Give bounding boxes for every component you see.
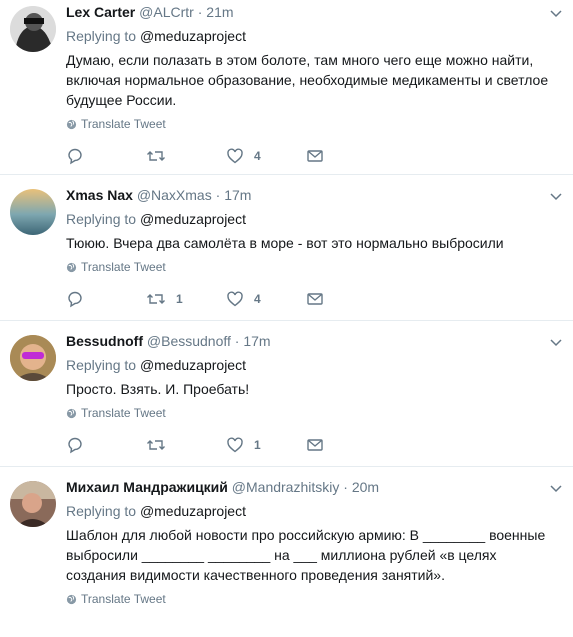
tweet[interactable]: Bessudnoff @Bessudnoff · 17m Replying to… [0,321,573,467]
replying-prefix: Replying to [66,211,137,227]
heart-icon [227,291,243,307]
avatar[interactable] [10,335,56,381]
reply-icon [68,437,82,454]
heart-icon [227,437,243,453]
separator-dot: · [234,333,240,349]
tweet-text: Просто. Взять. И. Проебать! [66,381,250,397]
chevron-down-icon[interactable] [549,335,563,349]
direct-message-button[interactable] [306,290,386,308]
tweet-text: Тююю. Вчера два самолёта в море - вот эт… [66,235,504,251]
user-handle[interactable]: @NaxXmas [137,187,212,203]
tweet-actions: 4 [66,146,573,166]
retweet-icon [147,294,165,304]
globe-icon [66,119,77,129]
translate-label: Translate Tweet [81,406,166,420]
like-count: 4 [254,149,261,163]
avatar[interactable] [10,189,56,235]
user-handle[interactable]: @Mandrazhitskiy [232,479,340,495]
display-name[interactable]: Bessudnoff [66,333,143,349]
tweet-text: Шаблон для любой новости про российскую … [66,527,546,583]
timestamp[interactable]: 17m [224,187,251,203]
translate-label: Translate Tweet [81,117,166,131]
mention-link[interactable]: @meduzaproject [140,28,246,44]
chevron-down-icon[interactable] [549,6,563,20]
timestamp[interactable]: 20m [352,479,379,495]
tweet-header: Михаил Мандражицкий @Mandrazhitskiy · 20… [66,477,573,497]
tweet[interactable]: Xmas Nax @NaxXmas · 17m Replying to @med… [0,175,573,321]
display-name[interactable]: Lex Carter [66,4,135,20]
envelope-icon [307,150,323,162]
replying-to: Replying to @meduzaproject [66,209,573,229]
retweet-icon [147,151,165,161]
globe-icon [66,594,77,604]
retweet-icon [147,440,165,450]
chevron-down-icon[interactable] [549,481,563,495]
tweet[interactable]: Lex Carter @ALCrtr · 21m Replying to @me… [0,0,573,175]
reply-icon [68,291,82,308]
direct-message-button[interactable] [306,436,386,454]
direct-message-button[interactable] [306,147,386,165]
timestamp[interactable]: 17m [243,333,270,349]
like-button[interactable]: 4 [226,147,306,165]
retweet-button[interactable] [146,147,226,165]
tweet[interactable]: Михаил Мандражицкий @Mandrazhitskiy · 20… [0,467,573,637]
display-name[interactable]: Xmas Nax [66,187,133,203]
mention-link[interactable]: @meduzaproject [140,503,246,519]
tweet-header: Xmas Nax @NaxXmas · 17m [66,185,573,205]
translate-label: Translate Tweet [81,592,166,606]
replying-to: Replying to @meduzaproject [66,501,573,521]
replying-prefix: Replying to [66,28,137,44]
user-handle[interactable]: @Bessudnoff [147,333,231,349]
replying-to: Replying to @meduzaproject [66,355,573,375]
globe-icon [66,262,77,272]
translate-tweet-link[interactable]: Translate Tweet [66,117,573,131]
separator-dot: · [215,187,221,203]
like-count: 4 [254,292,261,306]
translate-tweet-link[interactable]: Translate Tweet [66,260,573,274]
replying-prefix: Replying to [66,357,137,373]
reply-button[interactable] [66,436,146,454]
mention-link[interactable]: @meduzaproject [140,211,246,227]
like-count: 1 [254,438,261,452]
like-button[interactable]: 4 [226,290,306,308]
globe-icon [66,408,77,418]
avatar[interactable] [10,481,56,527]
timestamp[interactable]: 21m [206,4,233,20]
translate-tweet-link[interactable]: Translate Tweet [66,406,573,420]
heart-icon [227,148,243,164]
like-button[interactable]: 1 [226,436,306,454]
tweet-actions: 1 [66,435,573,455]
avatar[interactable] [10,6,56,52]
tweet-actions: 1 4 [66,289,573,309]
separator-dot: · [197,4,203,20]
reply-button[interactable] [66,147,146,165]
tweet-text: Думаю, если полазать в этом болоте, там … [66,52,549,108]
retweet-count: 1 [176,292,183,306]
reply-button[interactable] [66,290,146,308]
reply-icon [68,148,82,165]
envelope-icon [307,439,323,451]
retweet-button[interactable] [146,436,226,454]
replying-to: Replying to @meduzaproject [66,26,573,46]
tweet-header: Bessudnoff @Bessudnoff · 17m [66,331,573,351]
envelope-icon [307,293,323,305]
replying-prefix: Replying to [66,503,137,519]
retweet-button[interactable]: 1 [146,290,226,308]
translate-label: Translate Tweet [81,260,166,274]
chevron-down-icon[interactable] [549,189,563,203]
separator-dot: · [343,479,348,495]
mention-link[interactable]: @meduzaproject [140,357,246,373]
translate-tweet-link[interactable]: Translate Tweet [66,592,573,606]
user-handle[interactable]: @ALCrtr [139,4,194,20]
tweet-header: Lex Carter @ALCrtr · 21m [66,2,573,22]
display-name[interactable]: Михаил Мандражицкий [66,479,228,495]
